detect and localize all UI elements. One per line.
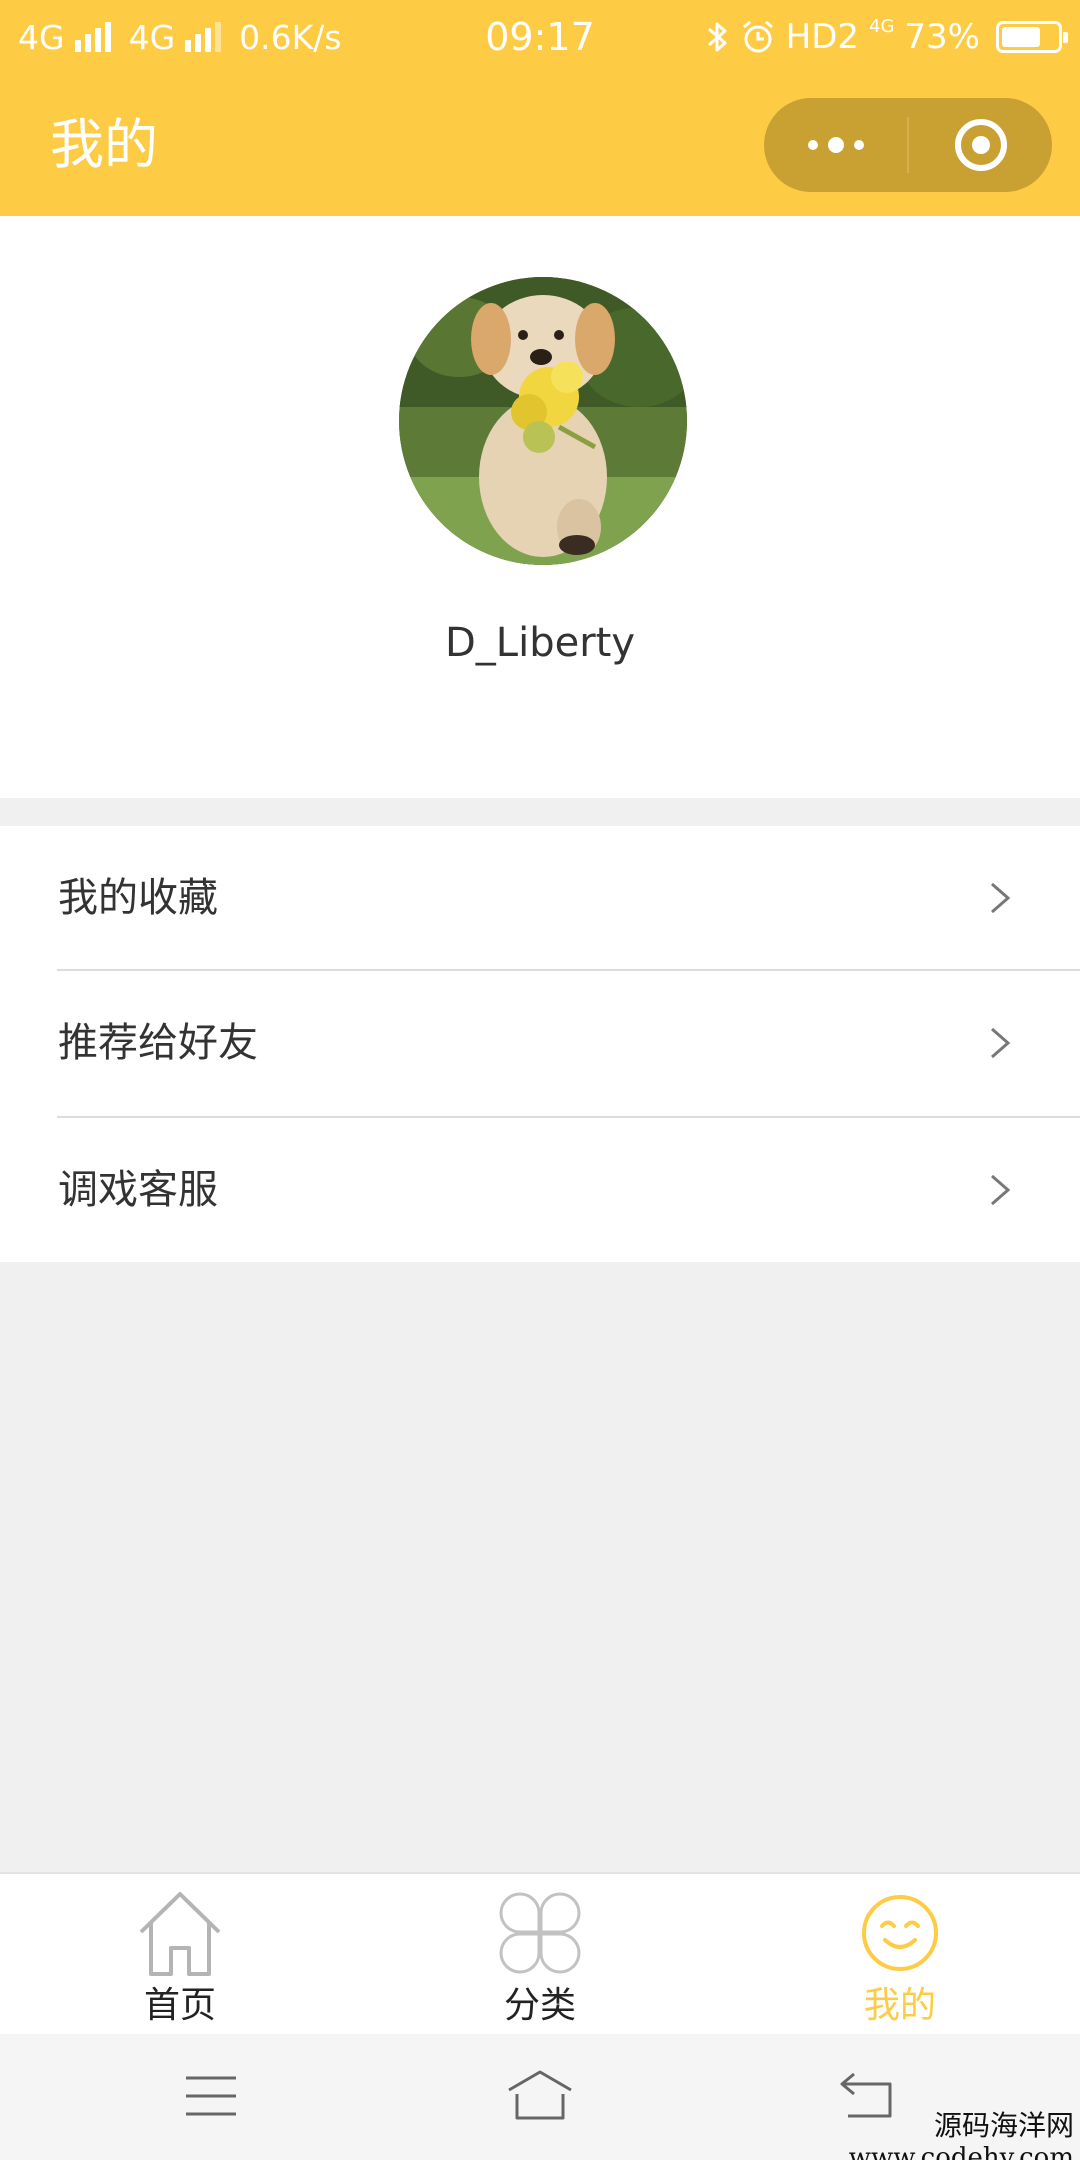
- menu-lines-icon[interactable]: [176, 2064, 246, 2128]
- menu-item-label: 我的收藏: [58, 875, 218, 921]
- tab-label: 分类: [503, 1985, 576, 2026]
- tab-category[interactable]: 分类: [360, 1874, 720, 2034]
- capsule-menu: [764, 98, 1052, 192]
- tab-home[interactable]: 首页: [0, 1874, 360, 2034]
- profile-section: D_Liberty: [0, 216, 1080, 798]
- tab-label: 首页: [143, 1985, 216, 2026]
- hd-indicator: HD2: [785, 17, 860, 57]
- chevron-right-icon: [991, 1027, 1011, 1059]
- status-bar: 4G 4G 0.6K/s 09:17 HD2 4G 73%: [0, 0, 1080, 74]
- watermark-line-2: www.codehy.com: [848, 2143, 1074, 2160]
- target-circle-icon: [954, 119, 1007, 171]
- home-icon: [139, 1892, 221, 1976]
- menu-item-label: 推荐给好友: [58, 1020, 258, 1066]
- watermark: 源码海洋网 www.codehy.com: [849, 2110, 1074, 2160]
- chevron-right-icon: [991, 882, 1011, 914]
- clover-icon: [499, 1892, 581, 1974]
- tab-bar: 首页 分类 我的: [0, 1872, 1080, 2034]
- username: D_Liberty: [445, 620, 635, 666]
- battery-icon: [996, 21, 1068, 53]
- smile-icon: [862, 1895, 938, 1971]
- battery-percent: 73%: [904, 17, 980, 57]
- more-button[interactable]: [764, 98, 907, 192]
- menu-list: 我的收藏 推荐给好友 调戏客服: [0, 826, 1080, 1262]
- capsule-divider: [907, 117, 909, 173]
- menu-item-share[interactable]: 推荐给好友: [0, 971, 1080, 1116]
- page-title: 我的: [50, 113, 158, 176]
- watermark-line-1: 源码海洋网: [933, 2109, 1074, 2142]
- status-right: HD2 4G 73%: [706, 14, 1068, 60]
- menu-item-label: 调戏客服: [58, 1167, 218, 1213]
- network-type-3: 4G: [869, 16, 895, 37]
- avatar[interactable]: [399, 277, 687, 565]
- dog-avatar: [399, 277, 687, 565]
- close-miniprogram-button[interactable]: [909, 98, 1052, 192]
- battery-fill: [1002, 27, 1040, 47]
- alarm-icon: [742, 20, 773, 53]
- home-outline-icon[interactable]: [505, 2064, 575, 2128]
- navigation-bar: 我的: [0, 74, 1080, 216]
- tab-label: 我的: [863, 1985, 936, 2026]
- chevron-right-icon: [991, 1174, 1011, 1206]
- more-dots-icon: [807, 137, 864, 153]
- menu-item-favorites[interactable]: 我的收藏: [0, 826, 1080, 971]
- tab-mine[interactable]: 我的: [720, 1874, 1080, 2034]
- bluetooth-icon: [707, 22, 727, 52]
- menu-item-customer-service[interactable]: 调戏客服: [0, 1118, 1080, 1263]
